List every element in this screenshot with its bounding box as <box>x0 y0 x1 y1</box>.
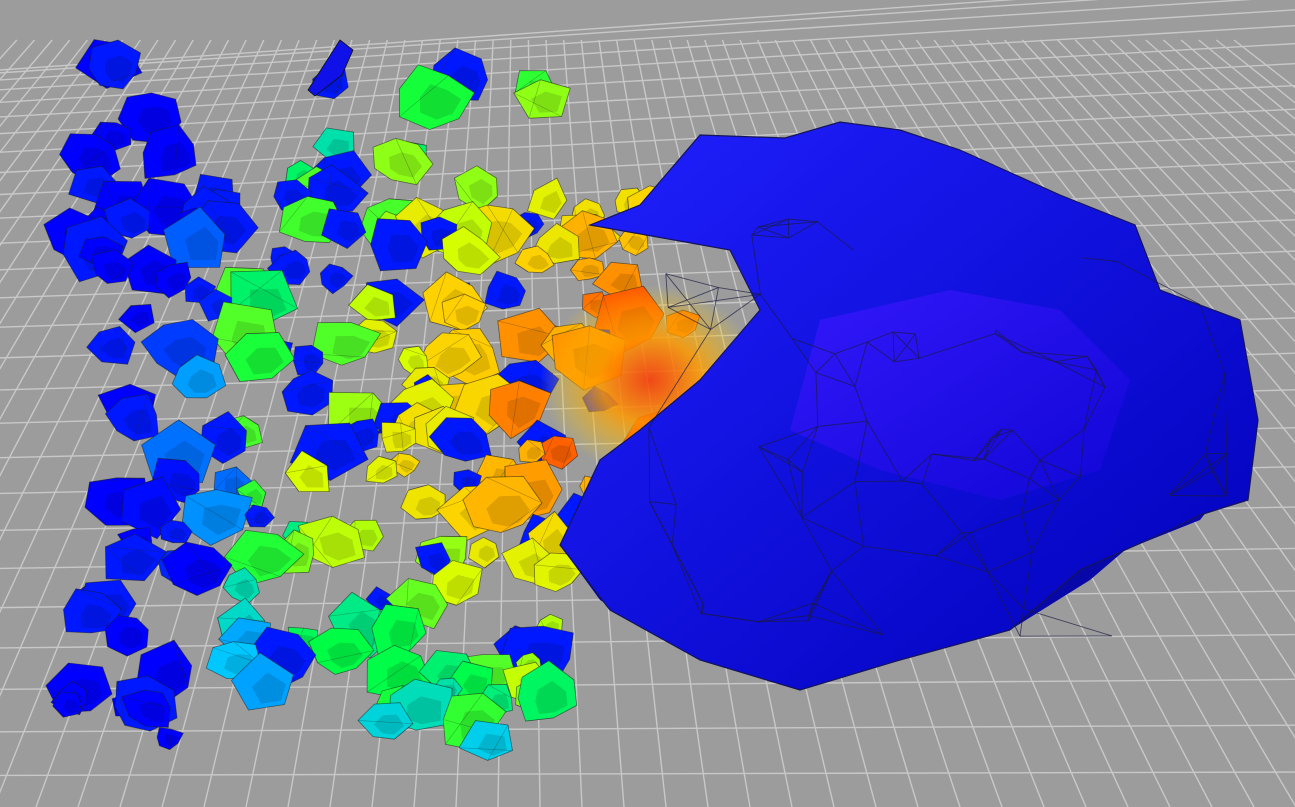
3d-viewport[interactable] <box>0 0 1295 807</box>
mesh-edge <box>665 273 719 289</box>
mesh-edge <box>1169 494 1227 497</box>
grid-line <box>0 771 1295 777</box>
mesh-edge <box>1023 608 1112 637</box>
mesh-edge <box>801 471 803 518</box>
grid-line <box>0 724 1295 733</box>
mesh-edge <box>787 218 790 238</box>
grid-line <box>0 0 1253 81</box>
grid-line <box>0 62 1295 135</box>
grid-line <box>0 678 1295 691</box>
grid-line <box>0 9 1295 91</box>
scene-canvas <box>0 0 1295 807</box>
grid-line <box>0 24 1295 104</box>
